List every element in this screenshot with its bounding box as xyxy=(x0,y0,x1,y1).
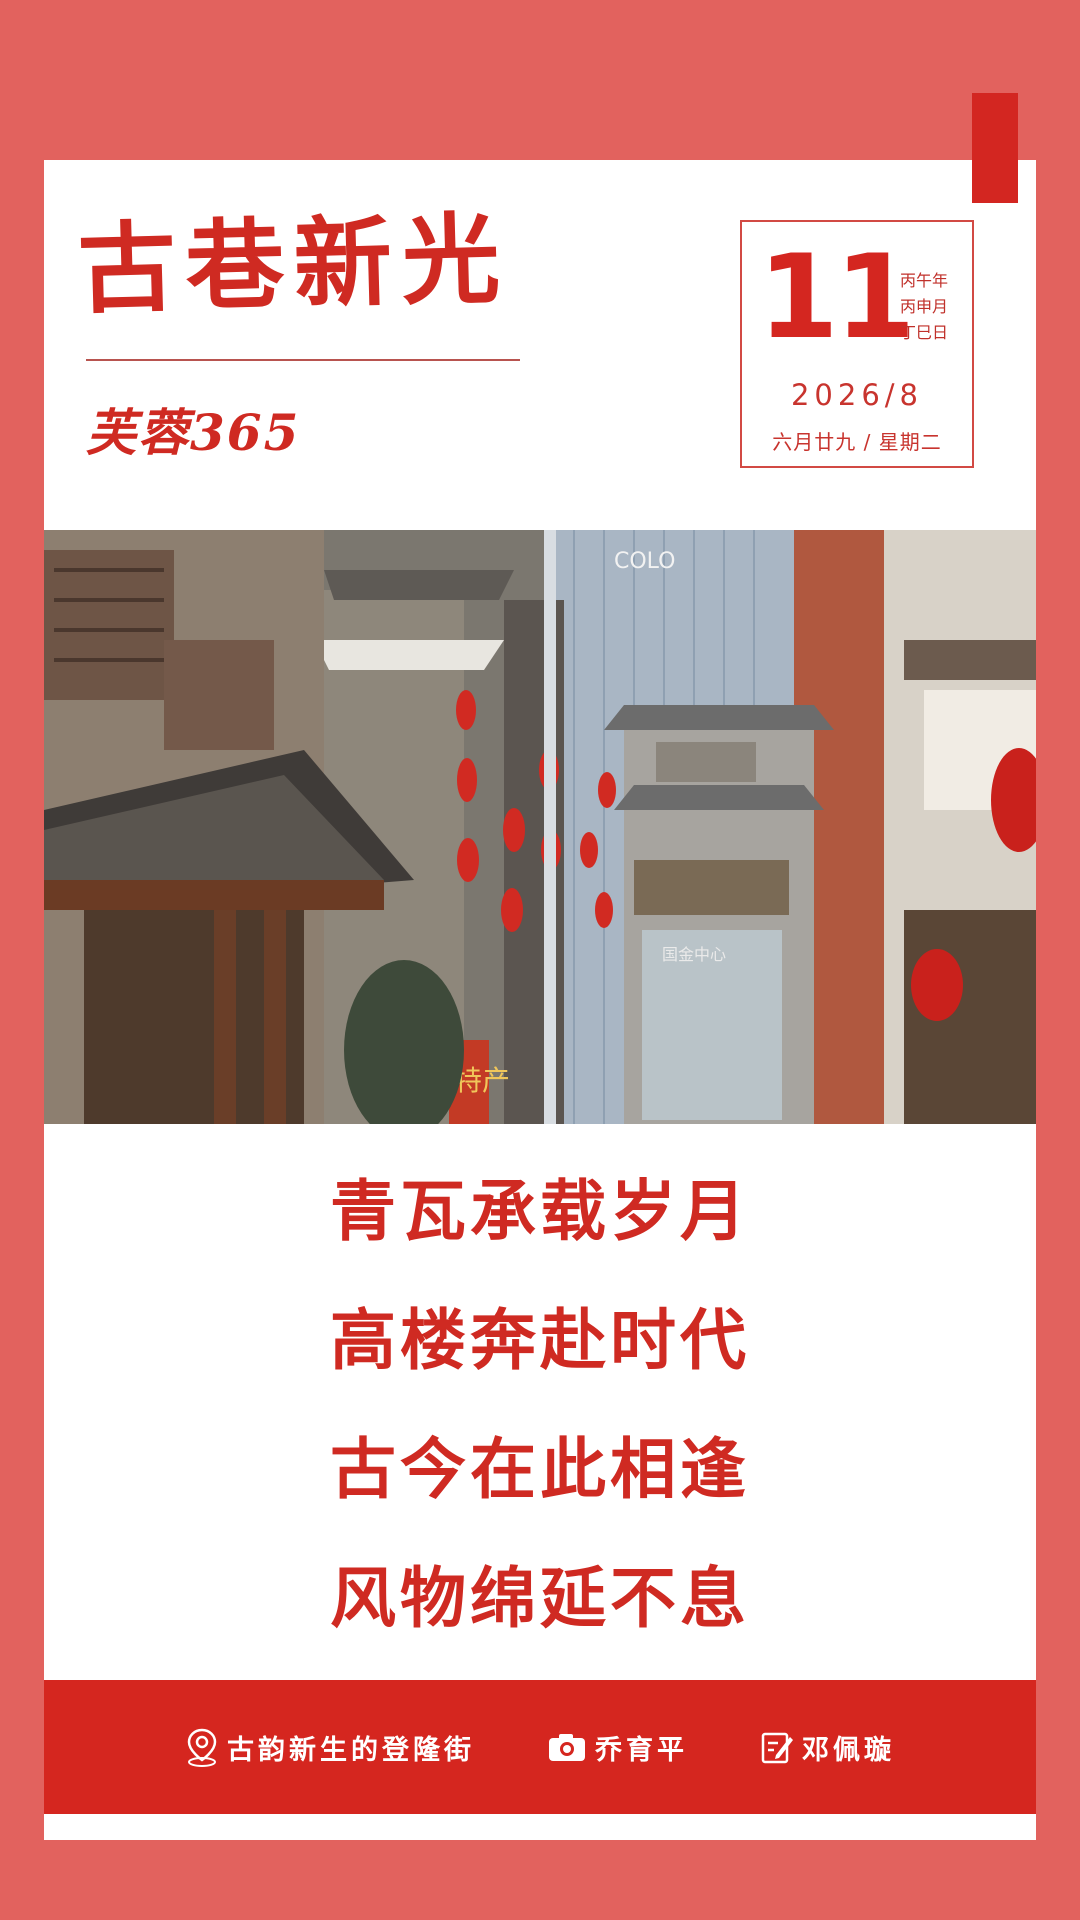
year-month: 2026/8 xyxy=(790,378,924,412)
poster-subtitle: 芙蓉365 xyxy=(86,403,301,462)
writer-credit: 邓佩璇 xyxy=(760,1728,895,1767)
camera-icon xyxy=(549,1734,585,1761)
poem-line-4: 风物绵延不息 xyxy=(330,1559,750,1637)
title-divider xyxy=(86,359,520,361)
location-credit: 古韵新生的登隆街 xyxy=(185,1727,475,1767)
day-number: 11 xyxy=(758,230,915,365)
writer-name: 邓佩璇 xyxy=(802,1734,895,1766)
poem-line-2: 高楼奔赴时代 xyxy=(330,1301,750,1379)
lunar-date: 六月廿九 / 星期二 xyxy=(772,430,942,454)
poem-line-3: 古今在此相逢 xyxy=(330,1430,750,1508)
sign-colo: COLO xyxy=(614,549,675,574)
street-photo: COLO 国金中心 特产 xyxy=(44,530,1036,1124)
ganzhi-labels: 丙午年 丙申月 丁巳日 xyxy=(900,268,948,346)
ganzhi-month: 丙申月 xyxy=(900,297,949,316)
location-text: 古韵新生的登隆街 xyxy=(227,1734,475,1766)
poem-line-1: 青瓦承载岁月 xyxy=(330,1172,750,1250)
photographer-name: 乔育平 xyxy=(595,1734,688,1766)
poem-block: 青瓦承载岁月 高楼奔赴时代 古今在此相逢 风物绵延不息 xyxy=(0,1158,1080,1674)
corner-tab xyxy=(972,93,1018,203)
poster-title: 古巷新光 xyxy=(76,201,512,328)
photographer-credit: 乔育平 xyxy=(547,1728,688,1767)
credits-bar: 古韵新生的登隆街 乔育平 邓佩璇 xyxy=(44,1680,1036,1814)
date-box: 11 丙午年 丙申月 丁巳日 2026/8 六月廿九 / 星期二 xyxy=(740,220,974,468)
ganzhi-day: 丁巳日 xyxy=(900,323,949,342)
edit-icon xyxy=(761,1732,793,1764)
sign-ifs: 国金中心 xyxy=(662,945,726,964)
ganzhi-year: 丙午年 xyxy=(900,271,949,290)
location-pin-icon xyxy=(187,1728,217,1767)
